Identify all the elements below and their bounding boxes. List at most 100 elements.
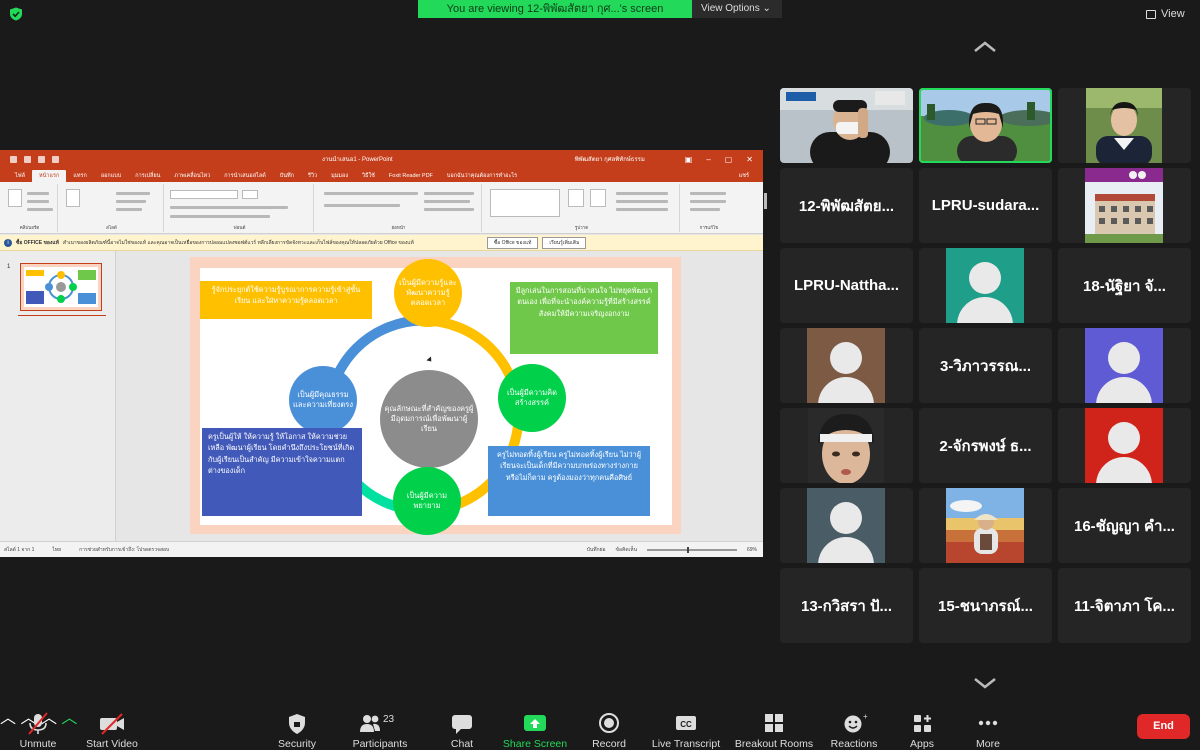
genuine-office-infobar: i ซื้อ OFFICE ของแท้ สำเนาของผลิตภัณฑ์นี… <box>0 235 763 251</box>
participants-button[interactable]: 23 Participants <box>348 704 412 750</box>
chat-label: Chat <box>450 738 474 750</box>
ppt-status-bar: สไลด์ 1 จาก 1 ไทย การช่วยสำหรับการเข้าถึ… <box>0 541 763 557</box>
participant-tile-active-speaker[interactable] <box>919 88 1052 163</box>
participant-name: 13-กวิสรา ปั... <box>800 597 892 615</box>
more-dots-icon <box>978 720 998 726</box>
view-options-button[interactable]: View Options ⌄ <box>692 0 782 18</box>
ppt-tab: แทรก <box>73 173 87 179</box>
closed-caption-icon: CC <box>676 716 696 730</box>
participant-tile[interactable]: 13-กวิสรา ปั... <box>780 568 913 643</box>
ppt-tab: รีวิว <box>308 173 318 179</box>
status-slide-count: สไลด์ 1 จาก 1 <box>4 546 35 553</box>
meeting-toolbar: Unmute ︿ Start Video ︿ Security 23 Parti… <box>0 704 1200 750</box>
ppt-title-bar: งานนำเสนอ1 - PowerPoint พิพัฒสัตยา กุศลพ… <box>0 150 763 168</box>
participant-name: 18-นัฐิยา จั... <box>1083 277 1166 295</box>
participant-tile[interactable] <box>1058 168 1191 243</box>
participant-tile[interactable] <box>1058 408 1191 483</box>
breakout-rooms-button[interactable]: Breakout Rooms <box>734 704 814 750</box>
share-screen-button[interactable]: Share Screen <box>500 704 570 750</box>
participant-tile[interactable]: LPRU-sudara... <box>919 168 1052 243</box>
close-icon: ✕ <box>746 154 753 164</box>
participant-tile[interactable] <box>919 488 1052 563</box>
start-video-button[interactable]: Start Video <box>82 704 142 750</box>
viewing-screen-banner: You are viewing 12-พิพัฒสัตยา กุศ...'s s… <box>418 0 692 18</box>
shield-check-icon[interactable] <box>9 7 23 21</box>
thumbnail-number: 1 <box>7 264 11 270</box>
slide-content: คุณลักษณะที่สำคัญของครูผู้มีอุดมการณ์เพื… <box>200 259 672 535</box>
ribbon-group-label: รูปวาด <box>574 225 589 230</box>
participant-tile[interactable] <box>780 328 913 403</box>
status-comments: ข้อคิดเห็น <box>615 546 637 553</box>
participant-tile[interactable] <box>780 488 913 563</box>
live-transcript-button[interactable]: CC Live Transcript <box>648 704 724 750</box>
participant-tile[interactable] <box>780 408 913 483</box>
participant-video <box>919 88 1052 163</box>
participant-tile[interactable]: 2-จักรพงษ์ ธ... <box>919 408 1052 483</box>
reactions-button[interactable]: + Reactions <box>826 704 882 750</box>
thumbnail-preview <box>26 270 96 304</box>
participants-count: 23 <box>383 714 395 725</box>
ppt-account-name: พิพัฒสัตยา กุศลพิทักษ์ธรรม <box>574 157 645 163</box>
participant-tile[interactable]: 3-วิภาวรรณ... <box>919 328 1052 403</box>
participant-tile[interactable] <box>919 248 1052 323</box>
security-button[interactable]: Security <box>272 704 322 750</box>
undo-icon <box>24 155 31 163</box>
apps-icon <box>914 715 931 732</box>
view-button[interactable]: View <box>1146 8 1185 20</box>
ppt-tab: บันทึก <box>279 173 295 179</box>
chat-bubble-icon <box>452 715 472 734</box>
default-avatar-icon <box>1085 328 1163 403</box>
chevron-up-icon[interactable] <box>972 40 998 54</box>
participant-tile[interactable]: LPRU-Nattha... <box>780 248 913 323</box>
view-options-label: View Options <box>701 3 760 14</box>
grid-view-icon <box>1146 9 1156 19</box>
apps-button[interactable]: Apps <box>902 704 942 750</box>
view-label: View <box>1161 8 1185 20</box>
ribbon-group-paragraph: ย่อหน้า <box>316 184 482 232</box>
ribbon-group-slides: สไลด์ <box>60 184 164 232</box>
participant-video <box>1058 88 1191 163</box>
participant-tile[interactable] <box>1058 328 1191 403</box>
window-controls: ▣ – ▢ ✕ <box>685 155 763 164</box>
participant-tile[interactable]: 12-พิพัฒสัตย... <box>780 168 913 243</box>
participants-icon: 23 <box>358 712 402 736</box>
ppt-ribbon: คลิปบอร์ด สไลด์ ฟอนต์ ย่อหน้า รูปวาด การ… <box>0 182 763 234</box>
bottom-circle: เป็นผู้มีความพยายาม <box>393 467 461 535</box>
ribbon-group-clipboard: คลิปบอร์ด <box>2 184 58 232</box>
chevron-down-icon[interactable] <box>972 676 998 690</box>
gallery-splitter-handle[interactable] <box>764 193 767 209</box>
ribbon-group-editing: การแก้ไข <box>682 184 736 232</box>
participant-tile[interactable] <box>1058 88 1191 163</box>
record-button[interactable]: Record <box>588 704 630 750</box>
slide-canvas: คุณลักษณะที่สำคัญของครูผู้มีอุดมการณ์เพื… <box>190 257 681 535</box>
unmute-label: Unmute <box>19 738 57 750</box>
svg-text:+: + <box>863 712 868 721</box>
box-top-right: มีลูกเล่นในการสอนที่น่าสนใจ ไม่หยุดพัฒนา… <box>510 282 658 354</box>
video-camera-off-icon <box>100 713 124 735</box>
participant-name: LPRU-sudara... <box>931 197 1040 214</box>
more-button[interactable]: More <box>968 704 1008 750</box>
status-notes: บันทึกย่อ <box>586 546 606 553</box>
end-meeting-button[interactable]: End <box>1137 714 1190 739</box>
maximize-icon: ▢ <box>724 154 733 164</box>
unmute-button[interactable]: Unmute <box>12 704 64 750</box>
ppt-tab-active: หน้าแรก <box>32 170 67 182</box>
participant-tile[interactable] <box>780 88 913 163</box>
zoom-window: { "topbar": { "banner": "You are viewing… <box>0 0 1200 750</box>
participant-tile[interactable]: 16-ชัญญา คำ... <box>1058 488 1191 563</box>
participant-tile[interactable]: 11-จิตาภา โค... <box>1058 568 1191 643</box>
info-icon: i <box>4 238 12 247</box>
slideshow-icon <box>52 155 59 163</box>
buy-office-button: ซื้อ Office ของแท้ <box>486 236 539 249</box>
record-label: Record <box>592 738 626 750</box>
left-circle: เป็นผู้มีคุณธรรมและความเที่ยงตรง <box>289 366 357 434</box>
breakout-rooms-label: Breakout Rooms <box>734 738 814 750</box>
participant-tile[interactable]: 18-นัฐิยา จั... <box>1058 248 1191 323</box>
top-circle: เป็นผู้มีความรู้และพัฒนาความรู้ตลอดเวลา <box>394 259 462 327</box>
participant-tile[interactable]: 15-ชนาภรณ์... <box>919 568 1052 643</box>
chat-button[interactable]: Chat <box>442 704 482 750</box>
svg-text:CC: CC <box>680 720 692 729</box>
ppt-share: แชร์ <box>738 173 749 179</box>
ppt-document-title: งานนำเสนอ1 - PowerPoint <box>322 157 393 163</box>
participant-video <box>780 408 913 483</box>
